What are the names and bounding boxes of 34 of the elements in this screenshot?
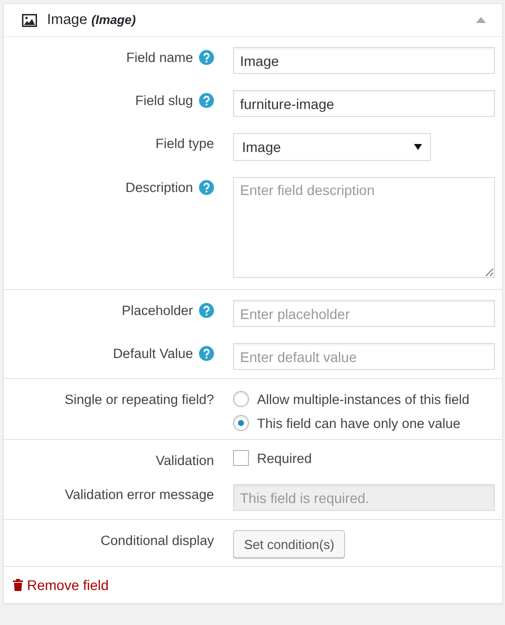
description-field[interactable]: Enter field description: [233, 177, 495, 278]
checkbox[interactable]: [233, 450, 249, 466]
radio-label[interactable]: This field can have only one value: [257, 416, 460, 430]
radio-button[interactable]: [233, 391, 249, 407]
help-icon[interactable]: [199, 303, 214, 318]
image-icon: [22, 14, 37, 26]
text-field[interactable]: furniture-image: [233, 90, 495, 117]
field-type-select[interactable]: Image: [233, 133, 431, 161]
field-label: Default Value: [112, 346, 193, 361]
help-icon[interactable]: [199, 346, 214, 361]
field-label: Placeholder: [122, 303, 193, 318]
field-label: Validation error message: [64, 487, 214, 502]
checkbox-label[interactable]: Required: [257, 450, 312, 466]
remove-field-link[interactable]: Remove field: [27, 577, 109, 593]
trash-icon: [13, 579, 23, 591]
radio-button[interactable]: [233, 415, 249, 431]
text-field[interactable]: Enter placeholder: [233, 300, 495, 327]
text-field[interactable]: Image: [233, 47, 495, 74]
help-icon[interactable]: [199, 180, 214, 195]
text-field[interactable]: Enter default value: [233, 343, 495, 370]
panel-title: Image (Image): [47, 12, 137, 28]
field-label: Description: [125, 180, 193, 195]
help-icon[interactable]: [199, 50, 214, 65]
field-label: Field name: [126, 50, 193, 65]
field-label: Field slug: [135, 93, 193, 108]
help-icon[interactable]: [199, 93, 214, 108]
set-condition-button[interactable]: Set condition(s): [233, 530, 346, 558]
radio-label[interactable]: Allow multiple-instances of this field: [257, 392, 470, 406]
field-label: Conditional display: [100, 533, 214, 548]
field-label: Field type: [155, 136, 214, 151]
field-label: Single or repeating field?: [64, 392, 214, 407]
field-label: Validation: [156, 453, 214, 468]
dropdown-arrow-icon: [414, 144, 422, 150]
collapse-arrow-icon[interactable]: [476, 17, 486, 23]
